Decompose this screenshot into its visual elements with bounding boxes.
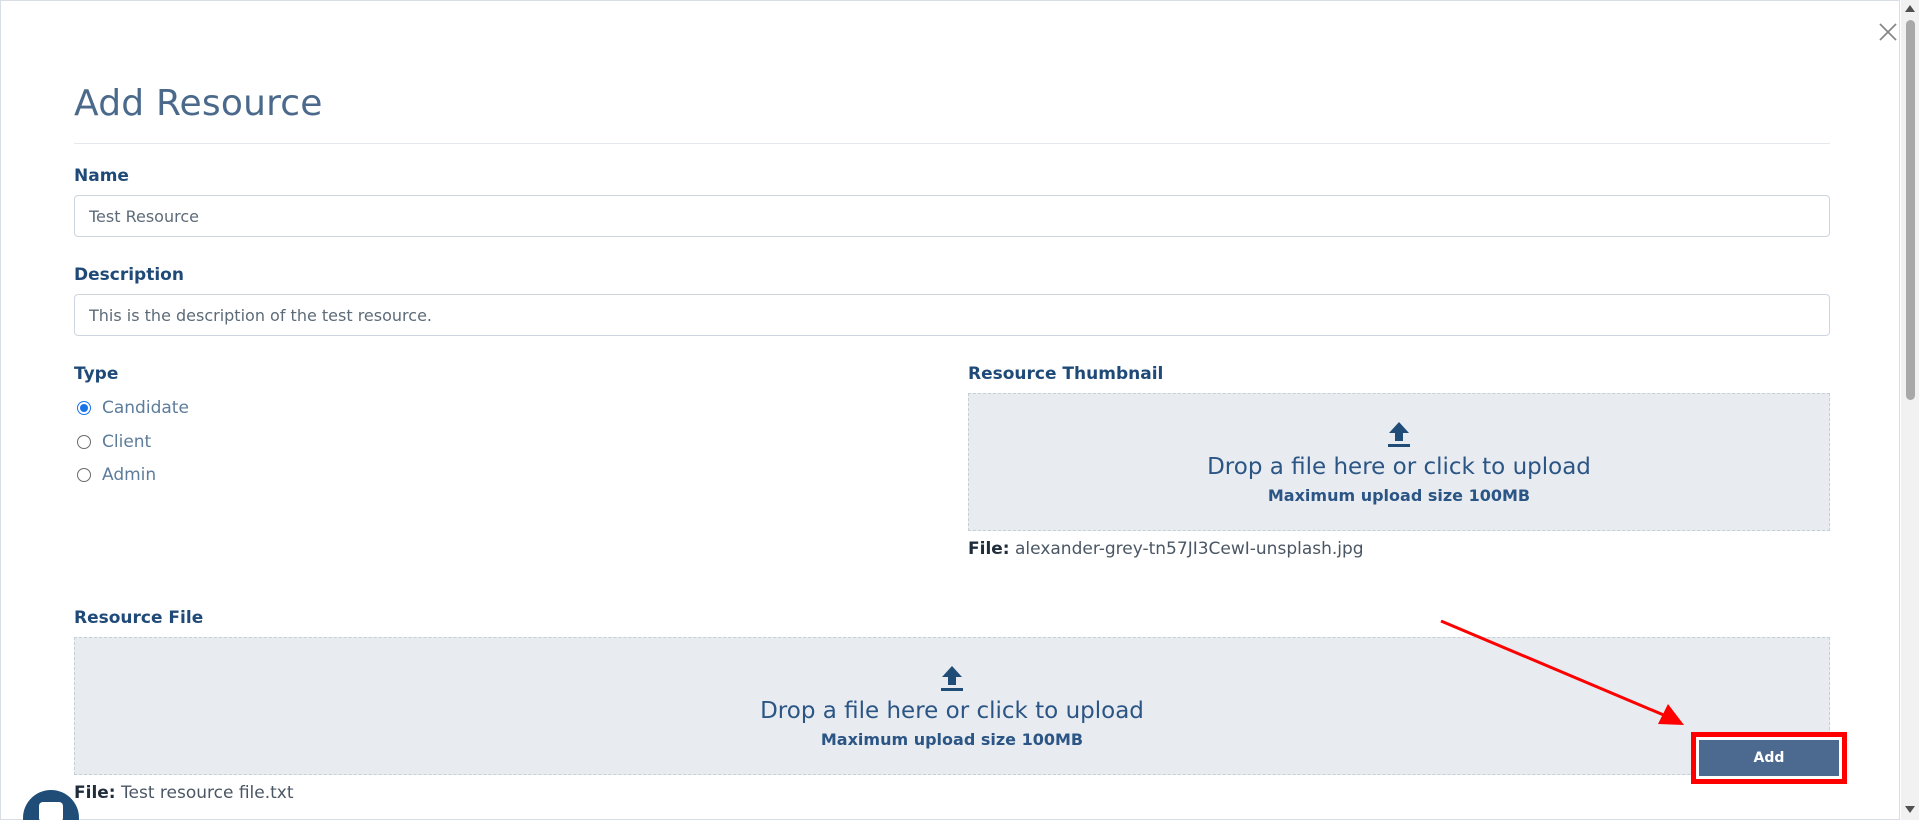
annotation-arrow: [1440, 619, 1684, 725]
file-label: File:: [74, 783, 116, 803]
thumbnail-file-line: File: alexander-grey-tn57JI3CewI-unsplas…: [968, 539, 1364, 559]
type-option-label: Admin: [102, 465, 157, 485]
dropzone-size-text: Maximum upload size 100MB: [1267, 485, 1531, 505]
thumbnail-label: Resource Thumbnail: [968, 364, 1164, 384]
add-button[interactable]: Add: [1699, 740, 1839, 776]
dropzone-size-text: Maximum upload size 100MB: [820, 729, 1084, 749]
description-label: Description: [74, 265, 184, 285]
add-resource-modal: Add Resource Name Description Type Candi…: [0, 0, 1900, 820]
modal-title: Add Resource: [74, 83, 323, 124]
file-label: File:: [968, 539, 1010, 559]
type-option-candidate[interactable]: Candidate: [77, 398, 189, 418]
description-input[interactable]: [74, 294, 1830, 336]
type-label: Type: [74, 364, 119, 384]
thumbnail-file-name: alexander-grey-tn57JI3CewI-unsplash.jpg: [1015, 539, 1364, 559]
chat-icon[interactable]: [23, 790, 79, 820]
name-label: Name: [74, 166, 129, 186]
radio-candidate[interactable]: [77, 401, 91, 415]
title-divider: [74, 143, 1830, 144]
type-option-admin[interactable]: Admin: [77, 465, 156, 485]
name-input[interactable]: [74, 195, 1830, 237]
type-option-label: Candidate: [102, 398, 189, 418]
radio-admin[interactable]: [77, 468, 91, 482]
scroll-down-icon[interactable]: [1905, 806, 1915, 813]
dropzone-text: Drop a file here or click to upload: [1207, 453, 1591, 480]
type-option-client[interactable]: Client: [77, 432, 151, 452]
type-option-label: Client: [102, 432, 152, 452]
resource-file-name: Test resource file.txt: [121, 783, 294, 803]
close-icon[interactable]: [1877, 21, 1899, 43]
scroll-thumb[interactable]: [1906, 20, 1915, 400]
add-button-highlight: Add: [1691, 732, 1847, 784]
scrollbar[interactable]: [1901, 0, 1919, 820]
upload-icon: [1388, 421, 1410, 447]
thumbnail-dropzone[interactable]: Drop a file here or click to upload Maxi…: [968, 393, 1830, 531]
resource-file-line: File: Test resource file.txt: [74, 783, 294, 803]
radio-client[interactable]: [77, 435, 91, 449]
dropzone-text: Drop a file here or click to upload: [760, 697, 1144, 724]
upload-icon: [941, 665, 963, 691]
resource-file-label: Resource File: [74, 608, 204, 628]
scroll-up-icon[interactable]: [1905, 5, 1915, 12]
